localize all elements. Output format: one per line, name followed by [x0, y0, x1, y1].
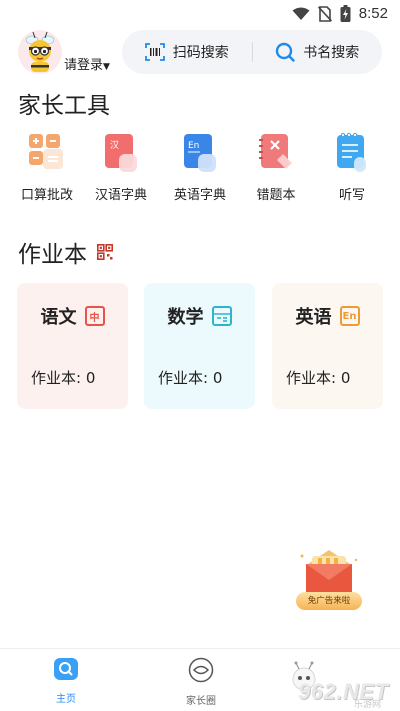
battery-charging-icon: [340, 5, 351, 22]
homework-books: 语文 中 作业本: 0 数学 作业本: 0 英语 En 作业本: 0: [17, 283, 383, 409]
tool-label: 汉语字典: [94, 188, 147, 203]
svg-text:汉: 汉: [110, 140, 119, 151]
header: 请登录▼ 扫码搜索 书名搜索: [0, 30, 400, 80]
tool-chinese-dictionary[interactable]: 汉 汉语字典: [86, 130, 156, 203]
no-ads-label: 免广告来啦: [296, 592, 362, 610]
status-time: 8:52: [358, 5, 388, 22]
watermark-subtitle: 乐游网: [354, 700, 382, 710]
tool-mental-math[interactable]: 口算批改: [12, 130, 82, 203]
math-calculator-badge-icon: [211, 306, 232, 326]
caret-down-icon: ▼: [103, 62, 110, 72]
tool-label: 口算批改: [20, 188, 73, 203]
red-envelope-gift-icon: [300, 550, 358, 592]
svg-text:En: En: [188, 141, 199, 151]
book-subject: 数学: [167, 307, 204, 328]
tool-mistake-notebook[interactable]: 错题本: [241, 130, 311, 203]
scan-search-label: 扫码搜索: [172, 45, 229, 61]
login-label: 请登录: [64, 58, 104, 73]
book-subject: 英语: [295, 307, 332, 328]
login-dropdown[interactable]: 请登录▼: [64, 54, 110, 73]
homework-title: 作业本: [18, 235, 113, 269]
search-bar: 扫码搜索 书名搜索: [122, 30, 382, 74]
watermark-logo: 962.NET 乐游网: [284, 661, 396, 710]
book-count: 作业本: 0: [31, 369, 96, 387]
chinese-badge-icon: 中: [84, 306, 105, 326]
tool-label: 听写: [338, 188, 365, 203]
english-dictionary-icon: En: [184, 134, 216, 172]
wifi-icon: [292, 7, 310, 20]
barcode-scan-icon: [144, 43, 165, 61]
scan-search-button[interactable]: 扫码搜索: [122, 30, 252, 74]
book-count: 作业本: 0: [158, 369, 223, 387]
no-ads-promo-button[interactable]: 免广告来啦: [296, 546, 362, 612]
book-english[interactable]: 英语 En 作业本: 0: [272, 283, 383, 409]
calculator-icon: [29, 134, 63, 169]
nav-home[interactable]: 主页: [26, 657, 106, 705]
status-bar: 8:52: [0, 0, 400, 28]
tool-dictation[interactable]: 听写: [317, 130, 387, 203]
tool-english-dictionary[interactable]: En 英语字典: [165, 130, 235, 203]
dictation-notepad-icon: [337, 132, 366, 172]
parent-tools-grid: 口算批改 汉 汉语字典 En 英语字典 错题本 听写: [0, 130, 400, 210]
chinese-dictionary-icon: 汉: [105, 134, 137, 172]
book-count: 作业本: 0: [286, 369, 351, 387]
bee-mascot-icon: [25, 31, 55, 72]
book-math[interactable]: 数学 作业本: 0: [144, 283, 255, 409]
avatar[interactable]: [18, 30, 62, 74]
home-search-icon: [54, 658, 78, 680]
tool-label: 英语字典: [173, 188, 226, 203]
bottom-nav: 主页 家长圈 962.NET 乐游网: [0, 648, 400, 711]
parent-circle-icon: [188, 657, 214, 683]
parent-tools-title-text: 家长工具: [18, 93, 110, 119]
no-sim-icon: [317, 5, 332, 22]
parent-tools-title: 家长工具: [18, 86, 110, 120]
mistake-notebook-icon: [259, 134, 292, 169]
english-badge-icon: En: [339, 306, 360, 326]
nav-parent-circle[interactable]: 家长圈: [161, 657, 241, 707]
qr-code-icon[interactable]: [97, 244, 113, 260]
book-subject: 语文: [40, 307, 77, 328]
search-icon: [276, 42, 295, 62]
book-chinese[interactable]: 语文 中 作业本: 0: [17, 283, 128, 409]
homework-title-text: 作业本: [18, 242, 87, 268]
nav-home-label: 主页: [56, 694, 76, 705]
tool-label: 错题本: [256, 188, 296, 203]
book-search-label: 书名搜索: [303, 45, 360, 61]
nav-parent-circle-label: 家长圈: [186, 696, 216, 707]
book-search-button[interactable]: 书名搜索: [253, 30, 383, 74]
